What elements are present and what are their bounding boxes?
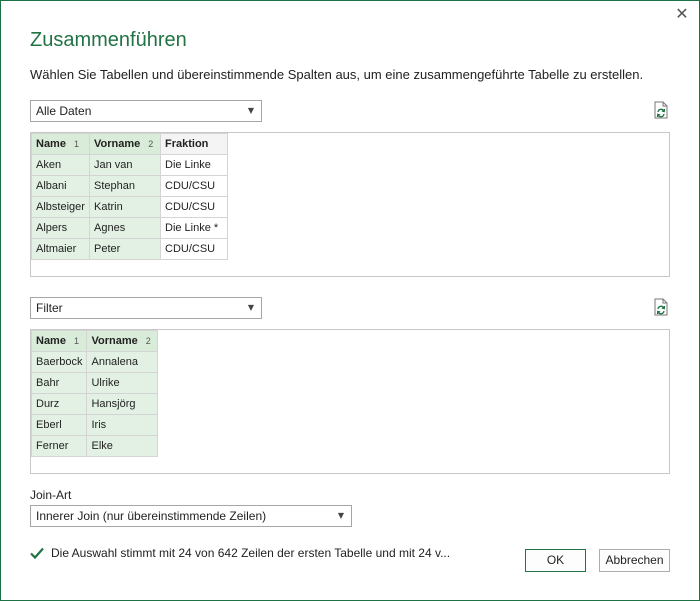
table2-preview: Name 1 Vorname 2 Baerbock Annalena Bahr Ul… [30,329,670,474]
join-type-value: Innerer Join (nur übereinstimmende Zeile… [36,509,267,523]
table-row: Aken Jan van Die Linke [31,154,228,176]
table-cell: Albani [31,175,90,197]
join-type-label: Join-Art [30,488,72,502]
refresh-icon[interactable] [653,298,669,316]
close-icon[interactable]: ✕ [673,5,691,23]
table-cell: Aken [31,154,90,176]
column-header-label: Vorname [91,335,138,347]
match-status: Die Auswahl stimmt mit 24 von 642 Zeilen… [29,545,450,561]
dialog-subtitle: Wählen Sie Tabellen und übereinstimmende… [30,67,644,82]
table-cell: Ulrike [86,372,159,394]
dialog-title: Zusammenführen [30,29,187,51]
table-cell: Baerbock [30,351,88,373]
table1-select[interactable]: Alle Daten ▼ [30,100,262,122]
table-row: Altmaier Peter CDU/CSU [31,238,228,260]
table-cell: CDU/CSU [160,196,228,218]
column-header-name[interactable]: Name 1 [31,133,90,155]
table-cell: Bahr [30,372,88,394]
table-cell: Durz [30,393,88,415]
table-row: Bahr Ulrike [30,372,159,394]
refresh-icon[interactable] [653,101,669,119]
table-cell: CDU/CSU [160,238,228,260]
column-order-badge: 1 [73,336,79,346]
chevron-down-icon: ▼ [247,106,254,115]
chevron-down-icon: ▼ [337,511,344,520]
column-header-vorname[interactable]: Vorname 2 [89,133,161,155]
join-type-select[interactable]: Innerer Join (nur übereinstimmende Zeile… [30,505,352,527]
table-cell: Iris [86,414,159,436]
cancel-button[interactable]: Abbrechen [599,549,670,572]
table2-select-value: Filter [36,301,63,315]
table-cell: CDU/CSU [160,175,228,197]
table2-grid: Name 1 Vorname 2 Baerbock Annalena Bahr Ul… [30,330,159,457]
table-row: Baerbock Annalena [30,351,159,373]
table-row: Ferner Elke [30,435,159,457]
chevron-down-icon: ▼ [247,303,254,312]
column-header-fraktion[interactable]: Fraktion [160,133,228,155]
table-cell: Die Linke [160,154,228,176]
column-header-label: Name [36,138,66,150]
table-cell: Jan van [89,154,161,176]
table-cell: Albsteiger [31,196,90,218]
table-cell: Annalena [86,351,159,373]
column-header-label: Vorname [94,138,141,150]
table-cell: Hansjörg [86,393,159,415]
table-cell: Elke [86,435,159,457]
column-order-badge: 2 [148,139,154,149]
table-cell: Katrin [89,196,161,218]
match-status-text: Die Auswahl stimmt mit 24 von 642 Zeilen… [51,546,451,560]
table-row: Eberl Iris [30,414,159,436]
table-cell: Agnes [89,217,161,239]
table-row: Albani Stephan CDU/CSU [31,175,228,197]
table1-grid: Name 1 Vorname 2 Fraktion Aken Jan van Die… [31,133,228,260]
column-header-label: Fraktion [165,138,209,150]
column-order-badge: 2 [145,336,151,346]
table-row: Alpers Agnes Die Linke * [31,217,228,239]
table-cell: Ferner [30,435,88,457]
table-cell: Peter [89,238,161,260]
column-order-badge: 1 [73,139,79,149]
column-header-name[interactable]: Name 1 [30,330,88,352]
table2-select[interactable]: Filter ▼ [30,297,262,319]
table-cell: Stephan [89,175,161,197]
column-header-vorname[interactable]: Vorname 2 [86,330,159,352]
table1-preview: Name 1 Vorname 2 Fraktion Aken Jan van Die… [30,132,670,277]
table-row: Albsteiger Katrin CDU/CSU [31,196,228,218]
table-cell: Eberl [30,414,88,436]
ok-button[interactable]: OK [525,549,586,572]
merge-dialog: ✕ Zusammenführen Wählen Sie Tabellen und… [0,0,700,601]
column-header-label: Name [36,335,66,347]
table-cell: Altmaier [31,238,90,260]
table-cell: Die Linke * [160,217,228,239]
table-cell: Alpers [31,217,90,239]
check-icon [30,547,44,560]
table-row: Durz Hansjörg [30,393,159,415]
table1-select-value: Alle Daten [36,104,92,118]
